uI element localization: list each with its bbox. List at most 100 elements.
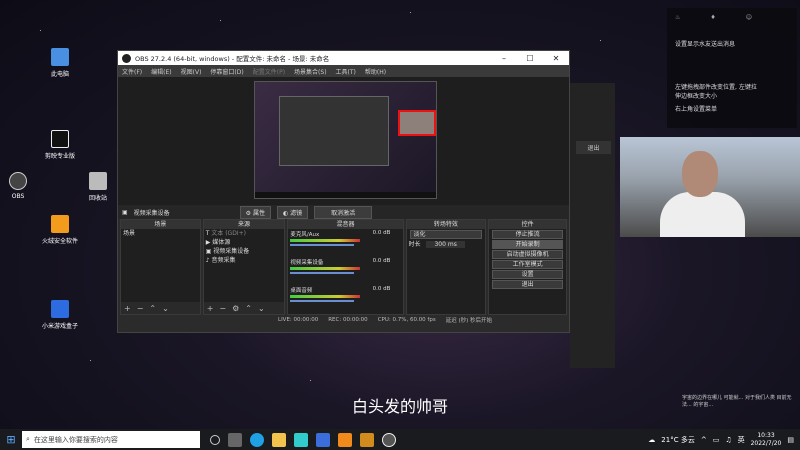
desktop-icon-xiaomi-game[interactable]: 小米游戏盒子 (30, 300, 90, 330)
volume-icon[interactable]: ♫ (725, 436, 731, 444)
clock[interactable]: 10:33 2022/7/20 (751, 432, 782, 448)
menu-scene-collection[interactable]: 场景集合(S) (294, 67, 327, 76)
preview-nested-window (279, 96, 389, 166)
maximize-icon[interactable]: ☐ (517, 54, 543, 63)
taskview-icon[interactable] (228, 432, 242, 447)
sources-toolbar: + − ⚙ ⌃ ⌄ (203, 302, 285, 314)
desktop-icon-this-pc[interactable]: 此电脑 (30, 48, 90, 78)
desktop-icon-label: 小米游戏盒子 (41, 323, 78, 330)
app-icon[interactable] (338, 432, 352, 447)
add-icon[interactable]: + (207, 304, 214, 313)
network-icon[interactable]: ▭ (713, 436, 720, 444)
affinity-icon[interactable] (294, 432, 308, 447)
move-down-icon[interactable]: ⌄ (258, 304, 265, 313)
gear-icon[interactable]: ⚙ (232, 304, 239, 313)
move-up-icon[interactable]: ⌃ (149, 304, 156, 313)
transitions-dock-title: 转场特效 (406, 220, 486, 229)
filters-button[interactable]: ◐ 滤镜 (276, 205, 309, 219)
search-placeholder: 在这里输入你要搜索的内容 (33, 435, 118, 444)
task-view-icon[interactable] (210, 434, 220, 445)
properties-label: 属性 (252, 209, 265, 217)
exit-button[interactable]: 退出 (576, 141, 611, 154)
clock-time: 10:33 (757, 431, 775, 439)
remove-icon[interactable]: − (219, 304, 226, 313)
source-item-label: 媒体源 (212, 239, 231, 246)
move-down-icon[interactable]: ⌄ (162, 304, 169, 313)
menu-file[interactable]: 文件(F) (122, 67, 142, 76)
desktop-icon-label: 回收站 (88, 195, 107, 202)
app-icon[interactable] (316, 432, 330, 447)
menu-tools[interactable]: 工具(T) (336, 67, 356, 76)
panel-line: 设置显示水友送出消息 (675, 41, 736, 48)
source-item[interactable]: ▶ 媒体源 (204, 238, 285, 247)
preview-screen-capture (254, 81, 437, 199)
mixer-dock: 混音器 麦克风/Aux 0.0 dB 视频采集设备 0.0 dB 桌面音频 0.0 d… (287, 219, 404, 315)
channel-name: 桌面音频 (290, 288, 313, 294)
volume-meter (290, 267, 361, 270)
scene-item[interactable]: 场景 (121, 229, 200, 238)
recycle-bin-icon (89, 172, 107, 190)
menu-view[interactable]: 视图(V) (181, 67, 202, 76)
duration-input[interactable]: 300 ms (426, 241, 465, 248)
webcam-overlay (620, 137, 800, 237)
person-body (660, 192, 745, 237)
studio-mode-button[interactable]: 工作室模式 (492, 260, 564, 269)
source-item[interactable]: ▣ 视频采集设备 (204, 247, 285, 256)
obs-taskbar-icon[interactable] (382, 432, 396, 447)
windows-taskbar: ⊞ ⌕ 在这里输入你要搜索的内容 ☁ 21°C 多云 ^ ▭ ♫ 英 10:33… (0, 429, 800, 450)
sources-dock-title: 来源 (203, 220, 285, 229)
obs-preview[interactable] (118, 77, 569, 205)
cpu-status: CPU: 0.7%, 60.00 fps (377, 317, 436, 323)
preview-taskbar (255, 192, 436, 198)
weather-text[interactable]: 21°C 多云 (661, 435, 695, 445)
desktop-icon-label: 火绒安全软件 (41, 238, 78, 245)
add-icon[interactable]: + (124, 304, 131, 313)
start-recording-button[interactable]: 开始录制 (492, 240, 564, 249)
duration-label: 时长 (408, 241, 421, 248)
properties-button[interactable]: ⚙ 属性 (239, 205, 271, 219)
tray-expand-icon[interactable]: ^ (701, 436, 707, 444)
source-item[interactable]: T 文本 (GDI+) (204, 229, 285, 238)
file-explorer-icon[interactable] (272, 432, 286, 447)
settings-button[interactable]: 设置 (492, 270, 564, 279)
windows-start-icon[interactable]: ⊞ (0, 433, 22, 446)
desktop-icon-capcut[interactable]: 剪映专业版 (30, 130, 90, 160)
mixer-dock-title: 混音器 (288, 220, 403, 229)
virtual-camera-button[interactable]: 启动虚拟摄像机 (492, 250, 564, 259)
menu-help[interactable]: 帮助(H) (365, 67, 386, 76)
fire-icon: ♨ (675, 14, 681, 21)
transition-select[interactable]: 淡化 (409, 230, 483, 239)
desktop-icon-obs[interactable]: OBS (0, 172, 48, 200)
source-toolbar: ▣ 视频采集设备 ⚙ 属性 ◐ 滤镜 取消激活 (118, 205, 569, 219)
desktop-icon-huorong[interactable]: 火绒安全软件 (30, 215, 90, 245)
volume-slider[interactable] (290, 272, 355, 274)
close-icon[interactable]: ✕ (543, 54, 569, 63)
user-icon: ☺ (745, 14, 753, 21)
app-icon[interactable] (360, 432, 374, 447)
panel-line: 右上角设置菜单 (675, 106, 718, 113)
taskbar-search[interactable]: ⌕ 在这里输入你要搜索的内容 (22, 431, 200, 448)
edge-icon[interactable] (250, 432, 264, 447)
obs-titlebar[interactable]: OBS 27.2.4 (64-bit, windows) - 配置文件: 未命名… (118, 51, 569, 65)
search-icon: ⌕ (26, 435, 30, 443)
xiaomi-game-icon (51, 300, 69, 318)
notification-icon[interactable]: ▤ (787, 436, 794, 444)
preview-camera-source (398, 110, 436, 136)
remove-icon[interactable]: − (137, 304, 144, 313)
stop-streaming-button[interactable]: 停止推流 (492, 230, 564, 239)
exit-button[interactable]: 退出 (492, 280, 564, 289)
volume-slider[interactable] (290, 244, 355, 246)
weather-icon[interactable]: ☁ (648, 436, 655, 444)
input-language[interactable]: 英 (738, 435, 745, 445)
move-up-icon[interactable]: ⌃ (245, 304, 252, 313)
menu-edit[interactable]: 编辑(E) (151, 67, 171, 76)
volume-slider[interactable] (290, 300, 355, 302)
source-item[interactable]: ♪ 音频采集 (204, 256, 285, 265)
delay-status: 延迟 (秒) 秒后开始 (445, 318, 493, 324)
menu-docks[interactable]: 停靠窗口(D) (210, 67, 243, 76)
mixer-channel-mic: 麦克风/Aux 0.0 dB (288, 229, 402, 247)
menu-profile[interactable]: 配置文件(P) (253, 67, 285, 76)
deactivate-button[interactable]: 取消激活 (314, 205, 373, 219)
minimize-icon[interactable]: – (491, 54, 517, 63)
scenes-dock-title: 场景 (121, 220, 200, 229)
